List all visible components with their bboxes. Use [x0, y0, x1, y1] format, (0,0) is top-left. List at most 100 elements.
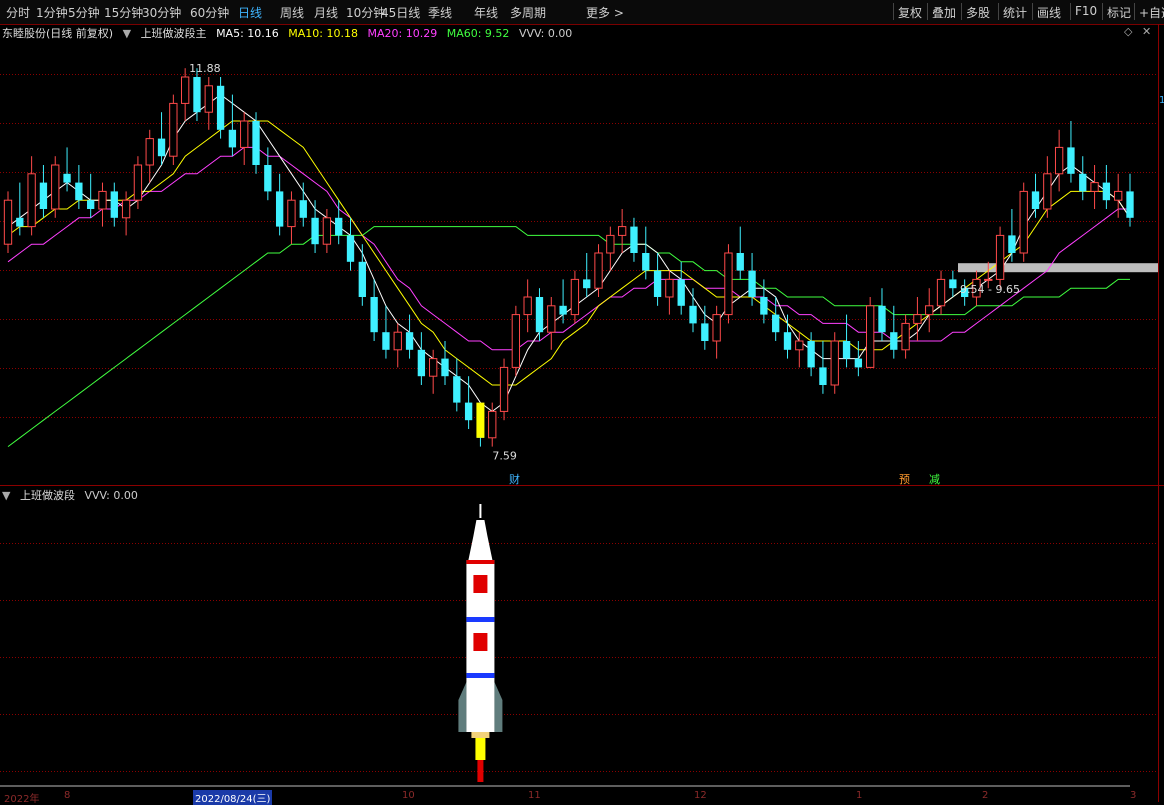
- tool-button-7[interactable]: +自选: [1139, 4, 1164, 21]
- period-tab-10[interactable]: 45日线: [381, 4, 420, 21]
- period-tab-3[interactable]: 15分钟: [104, 4, 143, 21]
- candle-body: [936, 278, 946, 307]
- candle-body: [842, 341, 851, 359]
- candle-body: [760, 297, 768, 315]
- indicator-name[interactable]: 上班做波段主: [141, 27, 207, 40]
- date-label: 10: [402, 790, 415, 801]
- candle-body: [16, 217, 24, 227]
- candle-body: [382, 332, 390, 350]
- toolbar-separator: [1134, 3, 1135, 20]
- candle-body: [570, 278, 580, 316]
- rocket-indicator-chart[interactable]: [0, 486, 1158, 788]
- period-tab-8[interactable]: 月线: [314, 4, 338, 21]
- close-icon[interactable]: ✕: [1142, 25, 1151, 38]
- candle-body: [121, 199, 131, 219]
- tool-button-0[interactable]: 复权: [898, 4, 922, 21]
- main-legend: 东睦股份(日线 前复权) ▼ 上班做波段主 MA5: 10.16 MA10: 1…: [2, 25, 578, 41]
- candle-body: [511, 314, 521, 368]
- candle-body: [110, 191, 118, 218]
- period-tab-12[interactable]: 年线: [474, 4, 498, 21]
- candle-body: [665, 278, 674, 298]
- period-tab-2[interactable]: 5分钟: [68, 4, 100, 21]
- candle-body: [1054, 146, 1064, 175]
- ma20-value: MA20: 10.29: [367, 27, 438, 40]
- date-label: 2022年: [4, 794, 40, 805]
- tool-button-6[interactable]: 标记: [1107, 4, 1131, 21]
- diamond-icon[interactable]: ◇: [1124, 25, 1132, 38]
- candle-body: [630, 226, 638, 253]
- ma10-line: [7, 120, 1131, 386]
- stock-name[interactable]: 东睦股份(日线 前复权): [2, 27, 113, 40]
- candle-body: [1043, 173, 1052, 210]
- tool-button-4[interactable]: 画线: [1037, 4, 1061, 21]
- period-tab-14[interactable]: 更多 >: [586, 4, 624, 21]
- candle-body: [429, 358, 438, 377]
- candle-body: [689, 305, 697, 324]
- candle-body: [51, 164, 60, 210]
- candle-body: [677, 279, 685, 306]
- period-tab-4[interactable]: 30分钟: [142, 4, 181, 21]
- candle-body: [145, 138, 154, 166]
- period-tab-1[interactable]: 1分钟: [36, 4, 68, 21]
- tool-button-2[interactable]: 多股: [966, 4, 990, 21]
- candle-body: [488, 410, 497, 439]
- rocket-lower-body: [466, 682, 495, 732]
- candle-body: [1031, 191, 1040, 209]
- sub-vvv-value: VVV: 0.00: [84, 489, 138, 502]
- sub-indicator-name[interactable]: 上班做波段: [20, 489, 75, 502]
- candle-body: [228, 129, 237, 148]
- period-toolbar: 分时 1分钟 5分钟 15分钟 30分钟 60分钟 日线 周线 月线 10分钟 45日线 季线 年线 多周…: [0, 0, 1164, 25]
- candle-body: [866, 305, 875, 368]
- period-tab-0[interactable]: 分时: [6, 4, 30, 21]
- period-tab-11[interactable]: 季线: [428, 4, 452, 21]
- candle-body: [216, 85, 225, 130]
- period-tab-5[interactable]: 60分钟: [190, 4, 229, 21]
- tool-button-5[interactable]: F10: [1075, 4, 1097, 18]
- date-label: 12: [694, 790, 707, 801]
- toolbar-separator: [1070, 3, 1071, 20]
- tool-button-3[interactable]: 统计: [1003, 4, 1027, 21]
- rocket-nose: [468, 536, 493, 560]
- candle-body: [417, 349, 426, 377]
- candle-body: [901, 322, 910, 351]
- candle-body: [299, 200, 307, 218]
- sub-toggle-icon[interactable]: ▼: [2, 489, 10, 502]
- candlestick-chart[interactable]: 11.88 7.59 9.54 - 9.65: [0, 25, 1158, 484]
- candle-body: [180, 76, 190, 104]
- toolbar-separator: [927, 3, 928, 20]
- low-price-label: 7.59: [492, 450, 516, 463]
- candle-body: [984, 278, 993, 281]
- tool-button-1[interactable]: 叠加: [932, 4, 956, 21]
- toolbar-separator: [1032, 3, 1033, 20]
- sub-indicator-panel[interactable]: ▼ 上班做波段 VVV: 0.00: [0, 486, 1158, 788]
- candle-body: [701, 323, 709, 341]
- period-tab-9[interactable]: 10分钟: [346, 4, 385, 21]
- candle-body: [322, 217, 332, 245]
- candle-body: [287, 199, 296, 228]
- indicator-toggle-icon[interactable]: ▼: [123, 27, 131, 40]
- right-border: [1158, 24, 1159, 802]
- ma5-value: MA5: 10.16: [216, 27, 279, 40]
- candle-body: [370, 297, 378, 333]
- period-tab-7[interactable]: 周线: [280, 4, 304, 21]
- candle-body: [169, 102, 178, 157]
- candle-body: [1019, 190, 1028, 254]
- candle-body: [75, 182, 83, 201]
- candle-body: [193, 77, 201, 113]
- candle-body: [441, 358, 449, 377]
- main-chart-panel[interactable]: 11.88 7.59 9.54 - 9.65 东睦股份(日线 前复权) ▼ 上班做波…: [0, 25, 1164, 486]
- candle-body: [583, 279, 591, 289]
- rocket-stripe-red: [466, 560, 495, 564]
- period-tab-13[interactable]: 多周期: [510, 4, 546, 21]
- candle-body: [39, 182, 48, 209]
- candle-body: [157, 138, 166, 157]
- date-label: 1: [856, 790, 863, 801]
- candle-body: [830, 340, 839, 386]
- candle-body: [594, 252, 603, 289]
- candle-body: [617, 226, 627, 236]
- candle-body: [995, 234, 1005, 280]
- candle-body: [405, 332, 414, 350]
- rocket-stripe-blue-1: [466, 617, 495, 622]
- ma10-value: MA10: 10.18: [288, 27, 358, 40]
- period-tab-6[interactable]: 日线: [238, 4, 262, 21]
